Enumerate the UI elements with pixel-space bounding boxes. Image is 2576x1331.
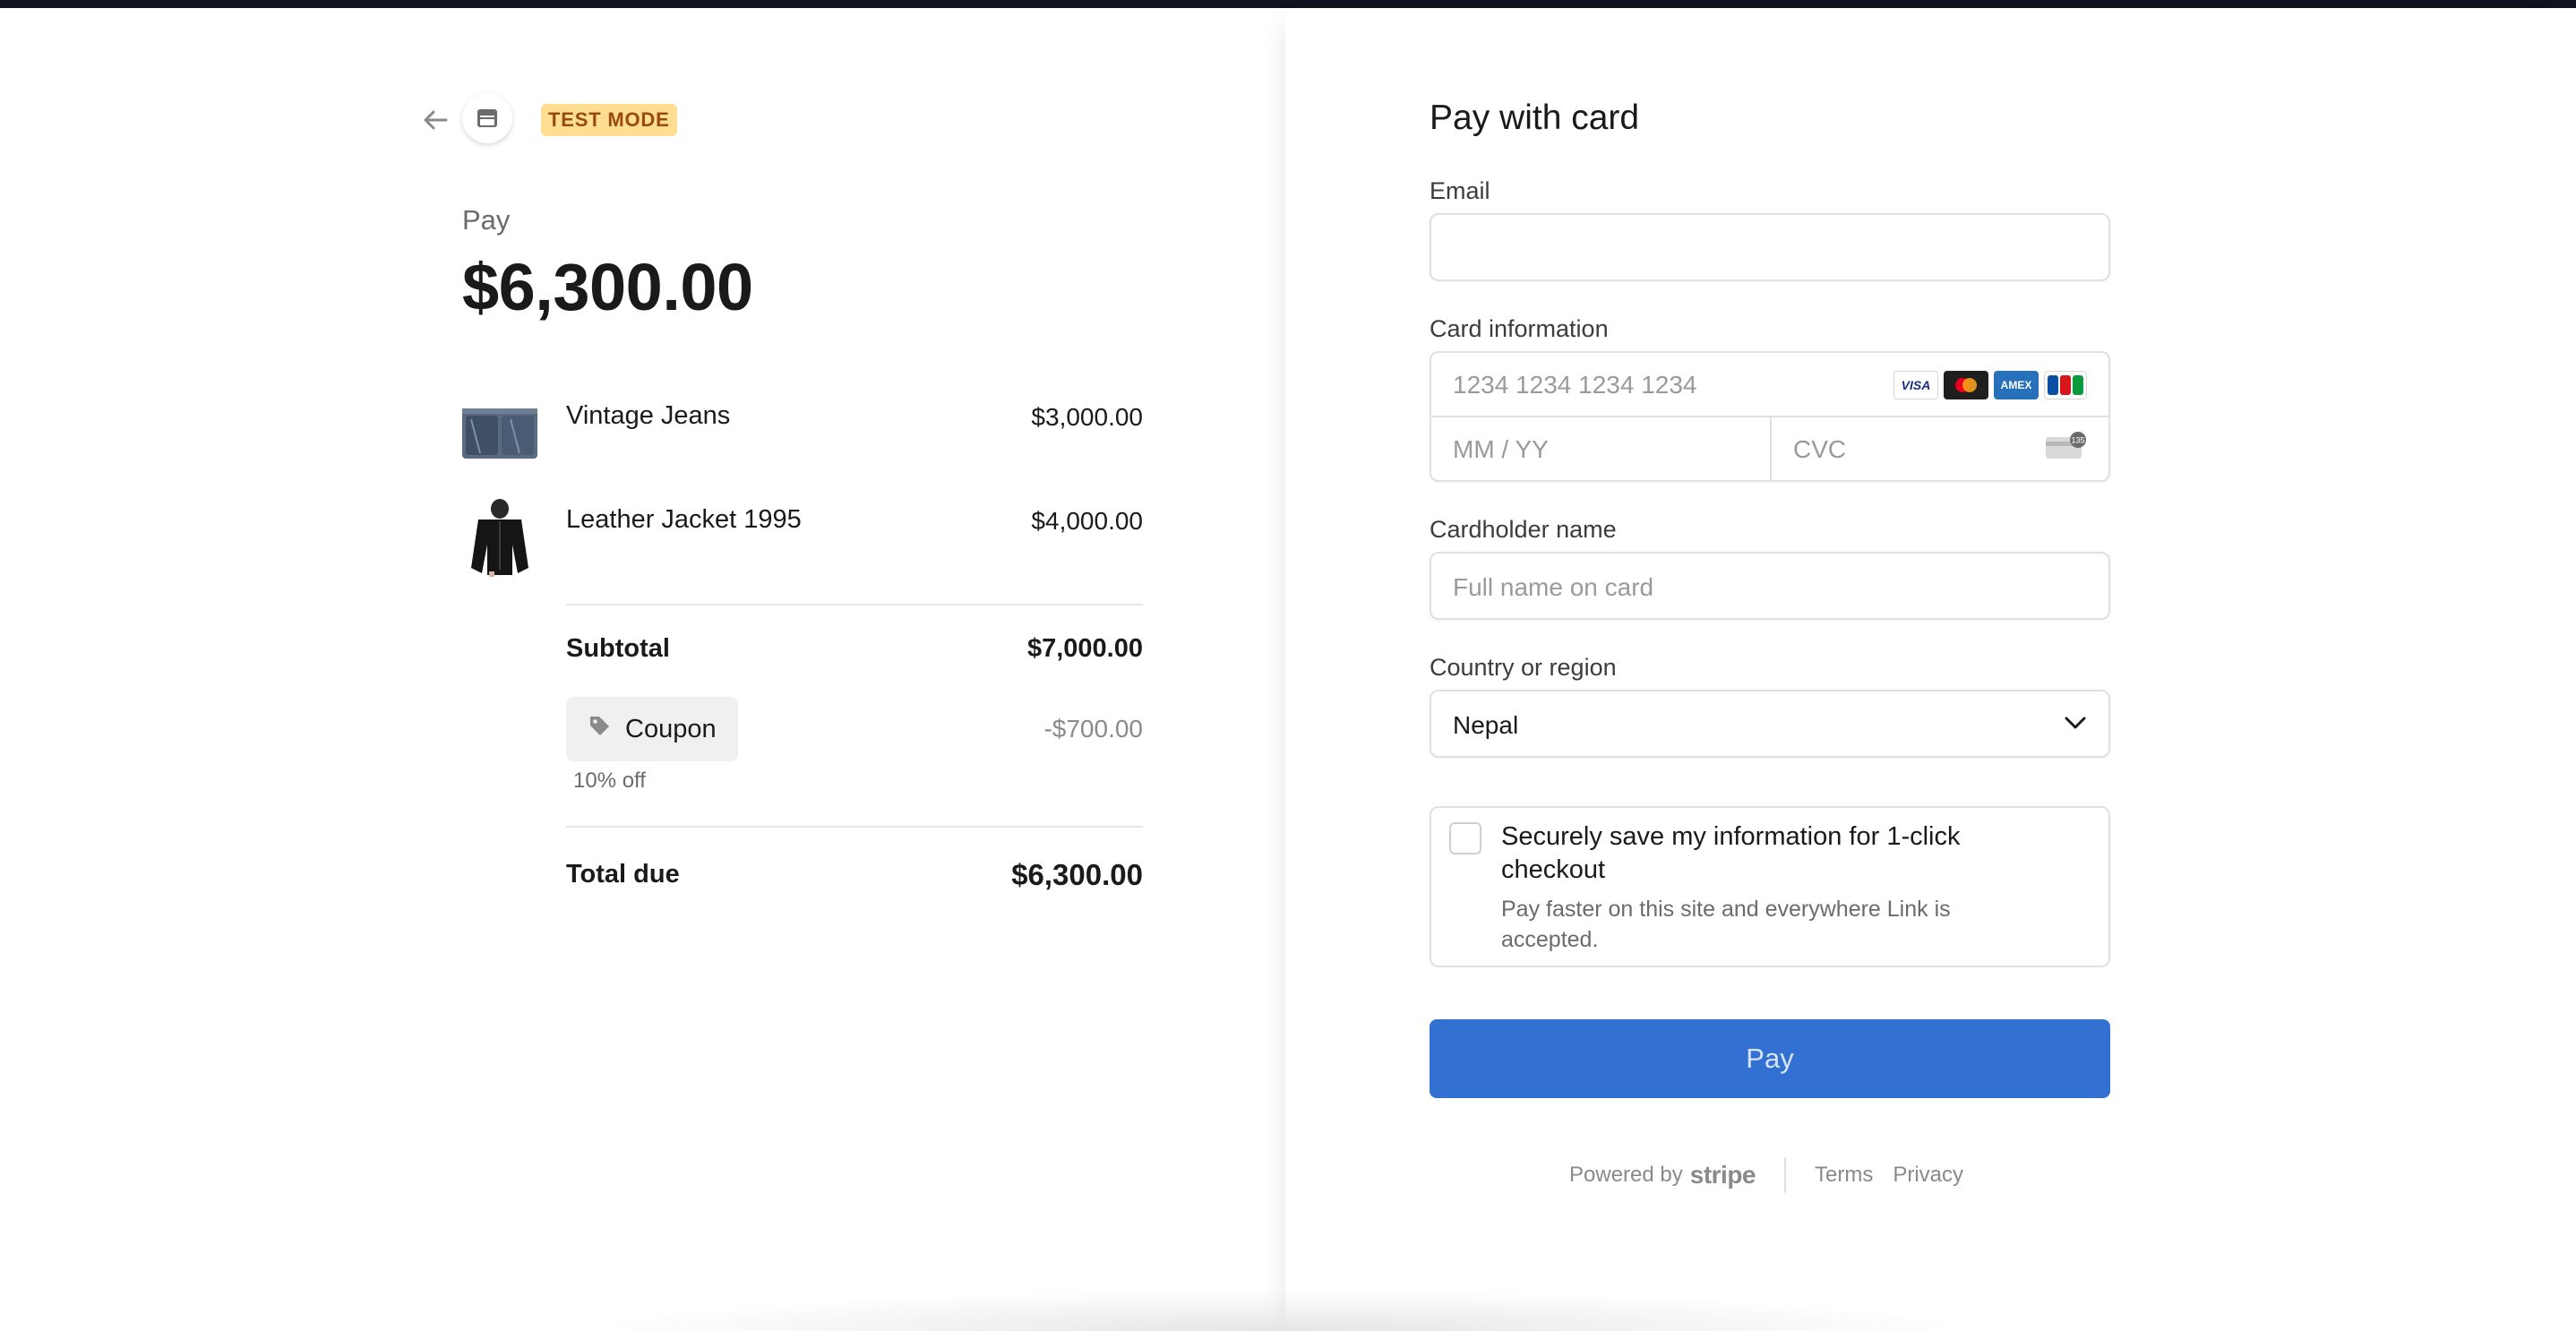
item-name: Vintage Jeans [566, 401, 731, 430]
order-summary-pane [0, 8, 1285, 1331]
pay-label: Pay [462, 204, 511, 236]
item-price: $3,000.00 [1031, 403, 1143, 431]
test-mode-badge: TEST MODE [541, 104, 677, 136]
stripe-logo[interactable]: stripe [1690, 1161, 1756, 1189]
save-info-panel: Securely save my information for 1-click… [1430, 806, 2110, 967]
svg-text:135: 135 [2071, 436, 2084, 445]
amex-icon: AMEX [1994, 371, 2039, 399]
item-price: $4,000.00 [1031, 507, 1143, 535]
country-label: Country or region [1430, 654, 1617, 681]
cardholder-name-placeholder: Full name on card [1453, 573, 1654, 601]
save-info-title: Securely save my information for 1-click… [1501, 822, 1961, 884]
back-arrow-icon[interactable] [419, 106, 451, 134]
privacy-link[interactable]: Privacy [1893, 1163, 1963, 1188]
subtotal-value: $7,000.00 [1026, 634, 1143, 663]
country-value: Nepal [1453, 711, 1519, 739]
form-title: Pay with card [1430, 99, 1640, 137]
powered-by-label: Powered by [1569, 1163, 1683, 1187]
subtotal-label: Subtotal [566, 634, 670, 663]
email-label: Email [1430, 177, 1490, 204]
tag-icon [588, 714, 611, 744]
jeans-thumbnail [462, 408, 537, 463]
item-name: Leather Jacket 1995 [566, 505, 802, 534]
coupon-discount: -$700.00 [1043, 715, 1143, 743]
card-number-placeholder: 1234 1234 1234 1234 [1453, 371, 1697, 399]
card-information-group: 1234 1234 1234 1234 VISA AMEX MM / YY CV… [1430, 351, 2110, 482]
cardholder-name-field[interactable]: Full name on card [1430, 552, 2110, 620]
summary-divider [566, 604, 1143, 605]
coupon-chip[interactable]: Coupon [566, 697, 738, 761]
email-field[interactable] [1430, 213, 2110, 281]
cvc-placeholder: CVC [1793, 435, 1847, 463]
footer: Powered by stripe Terms Privacy [1569, 1157, 1983, 1193]
terms-link[interactable]: Terms [1815, 1163, 1873, 1188]
merchant-store-icon[interactable] [462, 93, 512, 143]
total-due-value: $6,300.00 [1011, 858, 1143, 891]
save-info-description: Pay faster on this site and everywhere L… [1501, 897, 1951, 952]
jacket-thumbnail [462, 498, 537, 581]
coupon-label: Coupon [625, 714, 717, 743]
total-due-label: Total due [566, 860, 680, 889]
pay-amount: $6,300.00 [462, 250, 753, 324]
card-information-label: Card information [1430, 315, 1609, 342]
visa-icon: VISA [1893, 371, 1938, 399]
chevron-down-icon [2064, 715, 2087, 735]
mastercard-icon [1944, 371, 1988, 399]
expiry-input[interactable]: MM / YY [1431, 417, 1770, 482]
footer-divider [1784, 1157, 1786, 1193]
save-info-checkbox[interactable] [1449, 822, 1481, 854]
total-divider [566, 826, 1143, 828]
expiry-placeholder: MM / YY [1453, 435, 1549, 463]
cardholder-name-label: Cardholder name [1430, 516, 1617, 543]
jcb-icon [2044, 371, 2087, 399]
cvc-card-icon: 135 [2044, 432, 2089, 462]
window-top-bar [0, 0, 2576, 8]
bottom-shadow [582, 1290, 1979, 1331]
country-select[interactable]: Nepal [1430, 690, 2110, 758]
coupon-note: 10% off [573, 769, 646, 793]
pay-button[interactable]: Pay [1430, 1019, 2110, 1098]
